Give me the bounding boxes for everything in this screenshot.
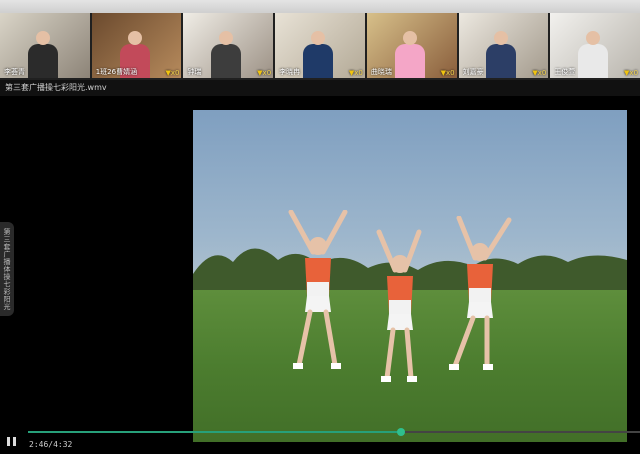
score-value: x0 bbox=[170, 69, 180, 77]
participant-tile[interactable]: 李晓冉 ▼x0 bbox=[275, 13, 365, 78]
file-title-bar: 第三套广播操七彩阳光.wmv bbox=[0, 80, 640, 96]
participant-score: ▼x0 bbox=[624, 69, 638, 77]
participant-tile[interactable]: 王俊萱 ▼x0 bbox=[550, 13, 640, 78]
participant-head bbox=[127, 31, 142, 45]
participant-tile[interactable]: 1班26曹婧涵 ▼x0 bbox=[91, 13, 182, 78]
participant-body bbox=[486, 44, 517, 78]
participant-name: 1班26曹婧涵 bbox=[95, 68, 138, 76]
seek-handle[interactable] bbox=[397, 428, 406, 436]
participant-body bbox=[27, 44, 58, 78]
participant-score: ▼x0 bbox=[165, 69, 179, 77]
score-value: x0 bbox=[262, 69, 272, 77]
participant-name: 刘嘉豪 bbox=[462, 68, 484, 76]
participant-tile[interactable]: 刘嘉豪 ▼x0 bbox=[458, 13, 549, 78]
participant-score: ▼x0 bbox=[441, 69, 455, 77]
participant-name: 李荟青 bbox=[4, 68, 25, 76]
dancer-right bbox=[449, 216, 512, 370]
participant-name: 李晓冉 bbox=[279, 68, 301, 76]
seek-bar[interactable] bbox=[28, 428, 640, 436]
score-value: x0 bbox=[354, 69, 363, 77]
participant-body bbox=[578, 44, 609, 78]
participant-tile[interactable]: 曲晓瑞 ▼x0 bbox=[366, 13, 457, 78]
playback-time: 2:46/4:32 bbox=[29, 440, 73, 449]
dancer-middle bbox=[376, 229, 422, 382]
pause-icon-bar bbox=[12, 436, 16, 446]
participant-score: ▼x0 bbox=[257, 69, 271, 77]
seek-bar-fill bbox=[28, 431, 402, 433]
dancer-left bbox=[288, 210, 348, 369]
side-tab-label: 第三套广播体操七彩阳光 bbox=[3, 227, 11, 311]
participant-head bbox=[402, 31, 417, 45]
side-playlist-tab[interactable]: 第三套广播体操七彩阳光 bbox=[0, 222, 14, 316]
pause-icon bbox=[6, 436, 10, 446]
pause-button[interactable] bbox=[5, 435, 17, 447]
participant-head bbox=[311, 31, 326, 45]
top-header-bar bbox=[0, 0, 640, 13]
participant-body bbox=[303, 44, 334, 78]
participant-score: ▼x0 bbox=[349, 69, 363, 77]
participant-tile[interactable]: 李荟青 bbox=[0, 13, 90, 78]
score-value: x0 bbox=[445, 69, 455, 77]
participant-name: 曲晓瑞 bbox=[370, 68, 392, 76]
score-value: x0 bbox=[537, 69, 547, 77]
participant-head bbox=[35, 31, 50, 45]
video-frame[interactable] bbox=[193, 110, 627, 442]
participant-name: 钟瑞 bbox=[187, 68, 202, 76]
participant-body bbox=[394, 44, 425, 78]
participant-score: ▼x0 bbox=[532, 69, 546, 77]
participant-tile[interactable]: 钟瑞 ▼x0 bbox=[183, 13, 274, 78]
participant-strip: 李荟青 1班26曹婧涵 ▼x0 钟瑞 ▼x0 李晓冉 ▼x0 曲晓瑞 ▼x0 刘嘉豪 ▼x0 王俊萱 ▼… bbox=[0, 13, 640, 80]
file-name: 第三套广播操七彩阳光.wmv bbox=[5, 83, 107, 92]
score-value: x0 bbox=[629, 69, 639, 77]
participant-body bbox=[211, 44, 242, 78]
participant-name: 王俊萱 bbox=[554, 68, 576, 76]
